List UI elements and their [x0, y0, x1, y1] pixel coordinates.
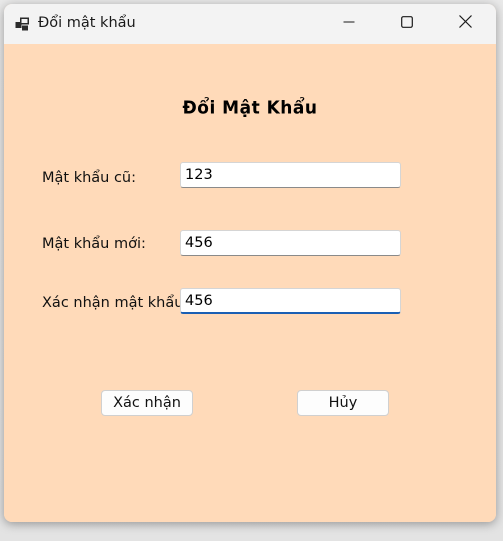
- confirm-password-label: Xác nhận mật khẩu:: [42, 295, 189, 311]
- form-client-area: Đổi Mật Khẩu Mật khẩu cũ: Mật khẩu mới: …: [4, 44, 496, 522]
- window-title: Đổi mật khẩu: [38, 15, 136, 31]
- new-password-label: Mật khẩu mới:: [42, 236, 146, 252]
- minimize-button[interactable]: [320, 4, 378, 44]
- maximize-button[interactable]: [378, 4, 436, 44]
- maximize-icon: [401, 15, 413, 33]
- title-bar[interactable]: Đổi mật khẩu: [4, 4, 496, 44]
- change-password-window: Đổi mật khẩu Đổi Mật Khẩu Mật khẩu cũ: 1…: [4, 4, 496, 522]
- cancel-button[interactable]: Hủy: [297, 390, 389, 416]
- old-password-field[interactable]: [180, 162, 401, 188]
- old-password-label: Mật khẩu cũ:: [42, 170, 137, 186]
- close-button[interactable]: [436, 4, 494, 44]
- confirm-password-field[interactable]: [180, 288, 401, 314]
- app-window-icon: [15, 16, 31, 32]
- new-password-field[interactable]: [180, 230, 401, 256]
- close-icon: [458, 15, 472, 33]
- page-title: Đổi Mật Khẩu: [182, 97, 318, 119]
- confirm-button[interactable]: Xác nhận: [101, 390, 193, 416]
- minimize-icon: [343, 15, 355, 33]
